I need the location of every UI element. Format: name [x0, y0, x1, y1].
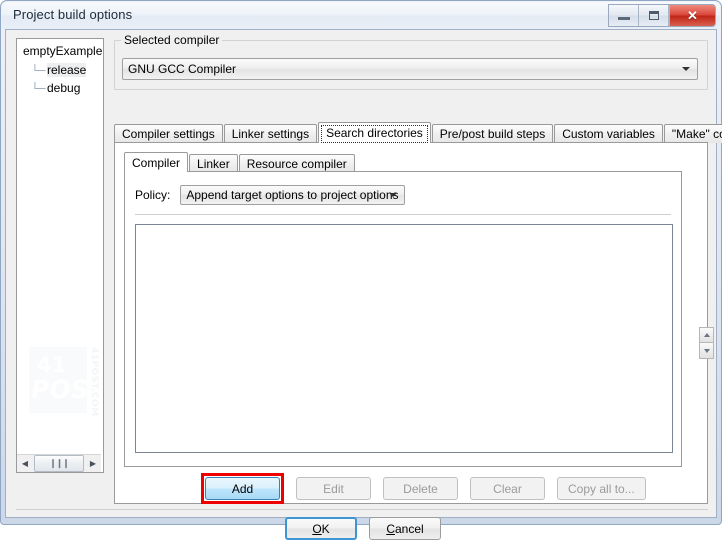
- chevron-down-icon: [682, 67, 690, 71]
- watermark-url: 41POST.COM: [89, 347, 99, 417]
- ok-button[interactable]: OK: [285, 517, 357, 540]
- tree-item-root[interactable]: emptyExample: [23, 44, 102, 58]
- tree-horizontal-scrollbar[interactable]: ◀ ❙❙❙ ▶: [17, 454, 101, 472]
- arrow-down-icon: [703, 348, 710, 353]
- cancel-button[interactable]: Cancel: [369, 517, 441, 540]
- dialog-footer: OK Cancel: [6, 517, 720, 540]
- tab-linker-settings[interactable]: Linker settings: [223, 124, 318, 143]
- watermark-line1: 41: [37, 353, 67, 377]
- subtab-bar: Compiler Linker Resource compiler: [124, 152, 356, 172]
- tree-item-release-label: release: [47, 63, 87, 77]
- clear-button[interactable]: Clear: [470, 477, 545, 500]
- add-button-wrapper: Add: [201, 473, 284, 504]
- delete-button-label: Delete: [403, 481, 438, 496]
- policy-select-value: Append target options to project options: [186, 188, 399, 202]
- restore-icon: [648, 11, 659, 20]
- arrow-up-icon: [703, 333, 710, 337]
- policy-row: Policy: Append target options to project…: [135, 185, 406, 205]
- tab-label: Pre/post build steps: [439, 127, 546, 141]
- separator: [135, 214, 671, 215]
- ok-button-label: OK: [312, 522, 329, 536]
- minimize-button[interactable]: [609, 5, 639, 26]
- compiler-directories-panel: Policy: Append target options to project…: [124, 171, 714, 467]
- compiler-select-value: GNU GCC Compiler: [128, 62, 237, 76]
- close-button[interactable]: ✕: [669, 5, 715, 26]
- subtab-label: Linker: [197, 156, 230, 171]
- move-buttons: [699, 327, 714, 359]
- subtab-resource-compiler[interactable]: Resource compiler: [238, 154, 355, 172]
- tab-label: Search directories: [326, 126, 423, 140]
- tab-label: Linker settings: [231, 127, 310, 141]
- tree-connector-icon: └─: [31, 65, 46, 77]
- compiler-select[interactable]: GNU GCC Compiler: [122, 58, 698, 80]
- subtab-compiler[interactable]: Compiler: [124, 152, 189, 172]
- restore-button[interactable]: [639, 5, 669, 26]
- policy-select[interactable]: Append target options to project options: [180, 185, 406, 205]
- tab-label: "Make" commands: [671, 127, 722, 141]
- move-down-button[interactable]: [699, 343, 714, 359]
- ok-mnemonic: O: [312, 521, 322, 536]
- subtab-linker[interactable]: Linker: [189, 154, 238, 172]
- edit-button-label: Edit: [323, 481, 344, 496]
- copy-all-to-button-label: Copy all to...: [568, 481, 635, 496]
- delete-button[interactable]: Delete: [383, 477, 458, 500]
- action-buttons: Add Edit Delete Clear Copy all to...: [201, 473, 646, 504]
- tab-label: Compiler settings: [122, 127, 215, 141]
- tab-label: Custom variables: [562, 127, 655, 141]
- search-directories-panel: Compiler Linker Resource compiler Policy…: [114, 142, 714, 504]
- window-title: Project build options: [13, 7, 133, 22]
- cancel-rest: ancel: [394, 521, 424, 536]
- title-bar[interactable]: Project build options ✕: [2, 2, 720, 29]
- tab-compiler-settings[interactable]: Compiler settings: [114, 124, 223, 143]
- subtab-label: Compiler: [132, 155, 181, 170]
- edit-button[interactable]: Edit: [296, 477, 371, 500]
- tab-make-commands[interactable]: "Make" commands: [663, 124, 722, 143]
- minimize-icon: [617, 17, 630, 20]
- tree-item-debug[interactable]: └─ debug: [29, 81, 82, 95]
- move-up-button[interactable]: [699, 327, 714, 343]
- tree-item-release[interactable]: └─ release: [29, 63, 88, 77]
- chevron-down-icon: [389, 193, 398, 197]
- dialog-body: emptyExample └─ release └─ debug 41 POST 4…: [5, 29, 722, 540]
- tab-prepost-build-steps[interactable]: Pre/post build steps: [431, 124, 554, 143]
- close-icon: ✕: [687, 8, 698, 23]
- search-directories-list[interactable]: [135, 224, 673, 453]
- watermark: 41 POST 41POST.COM: [29, 339, 103, 425]
- footer-separator: [16, 509, 708, 510]
- tree-item-debug-label: debug: [47, 81, 81, 95]
- tab-custom-variables[interactable]: Custom variables: [554, 124, 663, 143]
- add-button-label: Add: [231, 481, 254, 496]
- ok-rest: K: [321, 521, 330, 536]
- options-pane: Selected compiler GNU GCC Compiler Compi…: [110, 33, 722, 515]
- selected-compiler-group: Selected compiler GNU GCC Compiler: [114, 33, 708, 90]
- target-tree[interactable]: emptyExample └─ release └─ debug 41 POST 4…: [16, 38, 104, 473]
- dialog-window: Project build options ✕ emptyExample └─ r…: [0, 0, 722, 540]
- cancel-mnemonic: C: [386, 521, 395, 536]
- scroll-right-icon[interactable]: ▶: [85, 456, 101, 472]
- subtab-label: Resource compiler: [246, 156, 347, 171]
- policy-label: Policy:: [135, 188, 171, 202]
- window-controls: ✕: [608, 4, 716, 27]
- copy-all-to-button[interactable]: Copy all to...: [557, 477, 646, 500]
- tree-connector-icon: └─: [31, 83, 46, 95]
- scroll-left-icon[interactable]: ◀: [17, 456, 33, 472]
- add-button[interactable]: Add: [205, 477, 280, 500]
- scrollbar-thumb[interactable]: ❙❙❙: [34, 455, 84, 472]
- cancel-button-label: Cancel: [386, 522, 423, 536]
- tab-bar: Compiler settings Linker settings Search…: [114, 122, 722, 143]
- clear-button-label: Clear: [493, 481, 522, 496]
- selected-compiler-legend: Selected compiler: [121, 33, 223, 47]
- tab-search-directories[interactable]: Search directories: [318, 122, 431, 143]
